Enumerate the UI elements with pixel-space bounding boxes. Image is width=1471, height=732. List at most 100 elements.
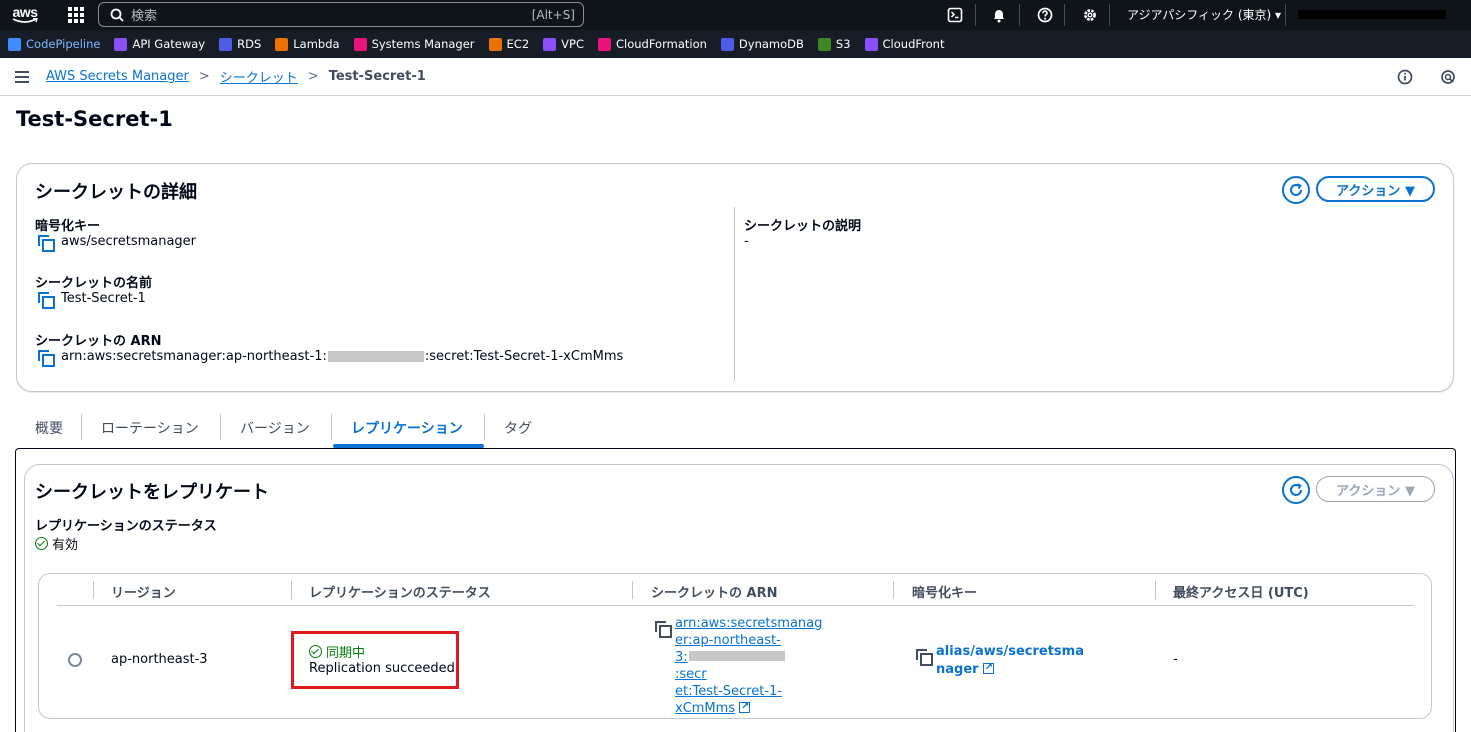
service-icon bbox=[114, 37, 128, 51]
external-link-icon bbox=[982, 659, 994, 677]
service-icon bbox=[543, 37, 557, 51]
breadcrumb-bar: AWS Secrets Manager > シークレット > Test-Secr… bbox=[0, 58, 1471, 96]
header-divider bbox=[1155, 581, 1156, 599]
favorite-ec2[interactable]: EC2 bbox=[488, 37, 529, 51]
favorite-lambda[interactable]: Lambda bbox=[275, 37, 340, 51]
cell-last-accessed: - bbox=[1173, 652, 1178, 667]
refresh-icon bbox=[1290, 183, 1302, 196]
cloudshell-icon[interactable] bbox=[946, 6, 964, 24]
copy-icon[interactable] bbox=[916, 649, 933, 666]
search-shortcut: [Alt+S] bbox=[531, 7, 575, 22]
encryption-key-value: aws/secretsmanager bbox=[38, 234, 196, 252]
cell-secret-arn[interactable]: arn:aws:secretsmanag er:ap-northeast- 3:… bbox=[675, 615, 822, 717]
favorite-dynamodb[interactable]: DynamoDB bbox=[720, 37, 804, 51]
copy-icon[interactable] bbox=[38, 234, 55, 252]
breadcrumb-root[interactable]: AWS Secrets Manager bbox=[46, 69, 189, 84]
refresh-icon bbox=[1290, 483, 1302, 496]
nav-divider bbox=[1285, 4, 1286, 26]
service-icon bbox=[720, 37, 734, 51]
nav-divider bbox=[1019, 4, 1020, 26]
description-value: - bbox=[744, 234, 749, 249]
favorite-codepipeline[interactable]: CodePipeline bbox=[8, 37, 100, 51]
replication-refresh-button[interactable] bbox=[1282, 476, 1310, 504]
service-icon bbox=[8, 37, 21, 51]
redacted-account-id bbox=[327, 351, 424, 362]
menu-icon[interactable] bbox=[15, 70, 29, 83]
favorite-rds[interactable]: RDS bbox=[219, 37, 261, 51]
header-divider bbox=[893, 581, 894, 599]
tab-divider bbox=[81, 414, 82, 440]
chevron-right-icon: > bbox=[307, 69, 319, 84]
external-link-icon bbox=[739, 698, 751, 715]
tab-rotation[interactable]: ローテーション bbox=[101, 418, 199, 438]
tab-divider bbox=[220, 414, 221, 440]
details-actions-button[interactable]: アクション ▼ bbox=[1316, 176, 1435, 202]
header-secret-arn[interactable]: シークレットの ARN bbox=[651, 582, 777, 601]
secret-arn-label: シークレットの ARN bbox=[35, 334, 162, 349]
highlight-box bbox=[291, 631, 459, 689]
cell-encryption-key[interactable]: alias/aws/secretsma nager bbox=[936, 643, 1084, 679]
header-encryption-key[interactable]: 暗号化キー bbox=[912, 582, 977, 601]
copy-icon[interactable] bbox=[655, 621, 672, 638]
row-select-radio[interactable] bbox=[68, 653, 82, 667]
favorite-s3[interactable]: S3 bbox=[817, 37, 851, 51]
services-grid-icon[interactable] bbox=[68, 7, 84, 23]
copy-icon[interactable] bbox=[38, 291, 55, 309]
favorite-cloudformation[interactable]: CloudFormation bbox=[598, 37, 707, 51]
feedback-icon[interactable] bbox=[1440, 69, 1456, 89]
tab-versions[interactable]: バージョン bbox=[240, 418, 310, 438]
service-icon bbox=[864, 37, 878, 51]
copy-icon[interactable] bbox=[38, 349, 55, 367]
tab-divider bbox=[484, 414, 485, 440]
header-last-accessed[interactable]: 最終アクセス日 (UTC) bbox=[1173, 582, 1309, 601]
gear-icon[interactable] bbox=[1081, 6, 1099, 24]
header-underline bbox=[57, 605, 1414, 606]
header-divider bbox=[632, 581, 633, 599]
chevron-right-icon: > bbox=[198, 69, 210, 84]
cell-region: ap-northeast-3 bbox=[111, 652, 208, 667]
service-icon bbox=[219, 37, 233, 51]
tab-overview[interactable]: 概要 bbox=[35, 418, 63, 438]
favorite-api-gateway[interactable]: API Gateway bbox=[114, 37, 205, 51]
check-circle-icon bbox=[35, 537, 48, 550]
refresh-button[interactable] bbox=[1282, 176, 1310, 204]
favorite-systems-manager[interactable]: Systems Manager bbox=[353, 37, 475, 51]
redacted-account-id bbox=[688, 651, 785, 661]
region-selector[interactable]: アジアパシフィック (東京) ▾ bbox=[1127, 6, 1281, 23]
breadcrumb-section[interactable]: シークレット bbox=[220, 67, 298, 86]
description-label: シークレットの説明 bbox=[744, 219, 862, 234]
search-bar[interactable]: 検索 [Alt+S] bbox=[98, 2, 584, 27]
service-icon bbox=[488, 37, 502, 51]
secret-name-label: シークレットの名前 bbox=[35, 276, 153, 291]
replication-status-value: 有効 bbox=[35, 534, 78, 553]
tab-replication[interactable]: レプリケーション bbox=[351, 418, 463, 438]
encryption-key-label: 暗号化キー bbox=[35, 219, 101, 234]
account-menu[interactable] bbox=[1298, 10, 1446, 19]
aws-smile-icon bbox=[12, 18, 38, 23]
header-region[interactable]: リージョン bbox=[111, 582, 176, 601]
header-replication-status[interactable]: レプリケーションのステータス bbox=[309, 582, 491, 601]
service-icon bbox=[598, 37, 611, 51]
replication-title: シークレットをレプリケート bbox=[35, 482, 269, 503]
column-divider bbox=[734, 207, 735, 381]
bell-icon[interactable] bbox=[990, 6, 1008, 24]
secret-arn-value: arn:aws:secretsmanager:ap-northeast-1::s… bbox=[38, 349, 623, 367]
nav-divider bbox=[1109, 4, 1110, 26]
secret-name-value: Test-Secret-1 bbox=[38, 291, 146, 309]
service-icon bbox=[275, 37, 289, 51]
search-input[interactable]: 検索 bbox=[131, 5, 532, 24]
nav-divider bbox=[1064, 4, 1065, 26]
aws-logo[interactable]: aws bbox=[2, 0, 48, 30]
header-divider bbox=[291, 581, 292, 599]
breadcrumb-current: Test-Secret-1 bbox=[328, 69, 426, 84]
info-icon[interactable] bbox=[1397, 69, 1413, 89]
tab-tags[interactable]: タグ bbox=[504, 418, 532, 438]
favorite-vpc[interactable]: VPC bbox=[543, 37, 584, 51]
replication-actions-button[interactable]: アクション ▼ bbox=[1316, 476, 1435, 502]
top-navigation: aws 検索 [Alt+S] アジアパシフィック (東京) ▾ bbox=[0, 0, 1471, 30]
help-icon[interactable] bbox=[1036, 6, 1054, 24]
favorite-cloudfront[interactable]: CloudFront bbox=[864, 37, 944, 51]
replication-status-label: レプリケーションのステータス bbox=[35, 519, 217, 534]
header-divider bbox=[93, 581, 94, 599]
tab-divider bbox=[331, 414, 332, 440]
